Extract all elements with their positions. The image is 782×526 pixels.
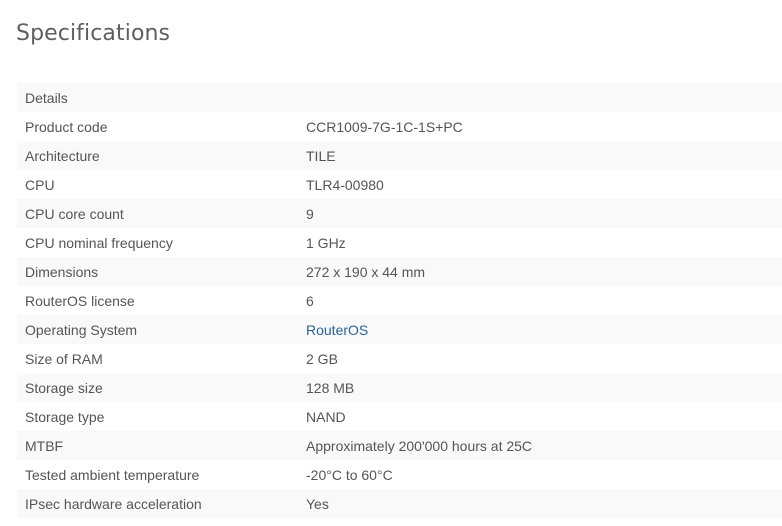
- table-row: Storage size 128 MB: [17, 373, 782, 402]
- spec-value: 272 x 190 x 44 mm: [305, 257, 782, 286]
- spec-label: IPsec hardware acceleration: [17, 489, 305, 518]
- spec-value-cell: RouterOS: [305, 315, 782, 344]
- spec-value: TLR4-00980: [305, 170, 782, 199]
- spec-label: Storage type: [17, 402, 305, 431]
- spec-value: Approximately 200'000 hours at 25C: [305, 431, 782, 460]
- table-header-row: Details: [17, 83, 782, 112]
- spec-value: CCR1009-7G-1C-1S+PC: [305, 112, 782, 141]
- table-row: Size of RAM 2 GB: [17, 344, 782, 373]
- spec-label: Tested ambient temperature: [17, 460, 305, 489]
- details-header-empty-cell: [305, 83, 782, 112]
- page-title: Specifications: [16, 21, 171, 46]
- table-row: RouterOS license 6: [17, 286, 782, 315]
- table-row: Operating System RouterOS: [17, 315, 782, 344]
- spec-label: Operating System: [17, 315, 305, 344]
- spec-value: 2 GB: [305, 344, 782, 373]
- table-row: MTBF Approximately 200'000 hours at 25C: [17, 431, 782, 460]
- table-row: IPsec hardware acceleration Yes: [17, 489, 782, 518]
- specifications-table: Details Product code CCR1009-7G-1C-1S+PC…: [17, 83, 782, 518]
- spec-label: Dimensions: [17, 257, 305, 286]
- spec-label: MTBF: [17, 431, 305, 460]
- spec-label: CPU: [17, 170, 305, 199]
- table-row: Tested ambient temperature -20°C to 60°C: [17, 460, 782, 489]
- spec-value: NAND: [305, 402, 782, 431]
- spec-value: -20°C to 60°C: [305, 460, 782, 489]
- spec-label: Size of RAM: [17, 344, 305, 373]
- spec-value: 9: [305, 199, 782, 228]
- spec-label: Product code: [17, 112, 305, 141]
- spec-value: TILE: [305, 141, 782, 170]
- details-header: Details: [17, 83, 305, 112]
- spec-label: Architecture: [17, 141, 305, 170]
- table-row: Product code CCR1009-7G-1C-1S+PC: [17, 112, 782, 141]
- spec-label: CPU core count: [17, 199, 305, 228]
- table-row: CPU TLR4-00980: [17, 170, 782, 199]
- spec-label: CPU nominal frequency: [17, 228, 305, 257]
- spec-label: Storage size: [17, 373, 305, 402]
- table-row: Architecture TILE: [17, 141, 782, 170]
- table-row: CPU nominal frequency 1 GHz: [17, 228, 782, 257]
- spec-value: 128 MB: [305, 373, 782, 402]
- spec-value: 6: [305, 286, 782, 315]
- table-row: Dimensions 272 x 190 x 44 mm: [17, 257, 782, 286]
- operating-system-link[interactable]: RouterOS: [306, 322, 368, 338]
- spec-label: RouterOS license: [17, 286, 305, 315]
- table-row: CPU core count 9: [17, 199, 782, 228]
- spec-value: Yes: [305, 489, 782, 518]
- table-row: Storage type NAND: [17, 402, 782, 431]
- spec-value: 1 GHz: [305, 228, 782, 257]
